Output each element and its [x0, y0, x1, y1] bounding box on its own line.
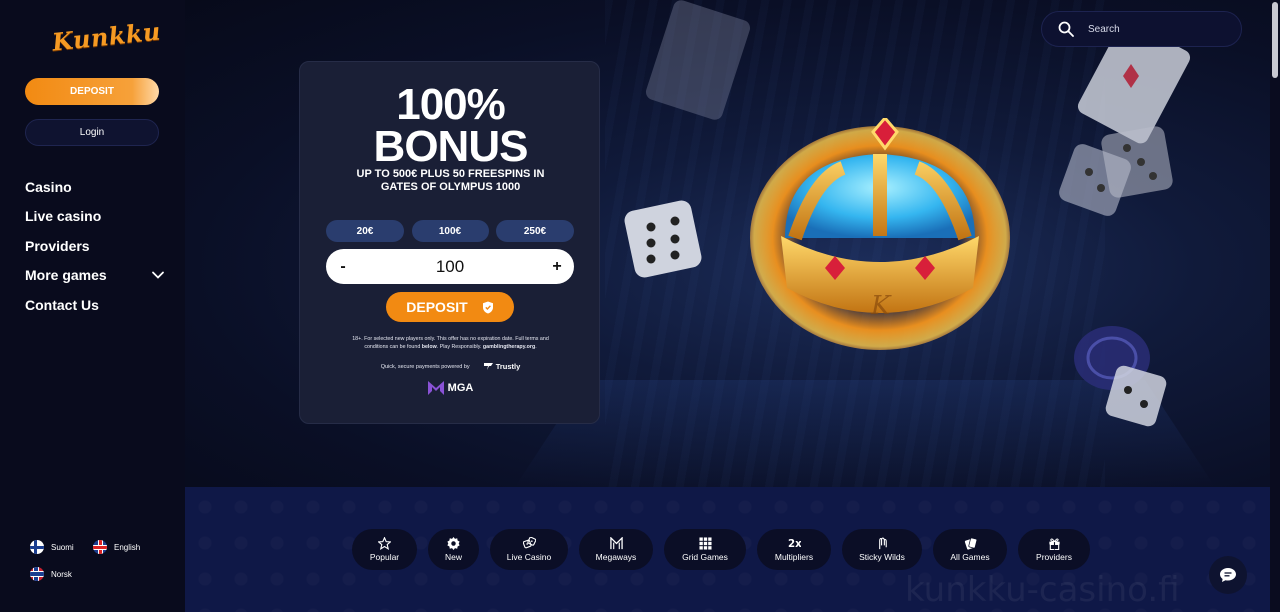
nav-item-live-casino[interactable]: Live casino [25, 202, 165, 232]
category-sticky-wilds[interactable]: Sticky Wilds [842, 529, 922, 570]
flag-uk-icon [93, 540, 107, 554]
playing-card-decoration [645, 0, 751, 120]
terms-link[interactable]: below [422, 344, 437, 350]
chat-icon [1220, 568, 1236, 582]
cards-icon [964, 537, 977, 550]
chat-button[interactable] [1209, 556, 1247, 594]
trustly-icon [483, 363, 493, 370]
flag-finland-icon [30, 540, 44, 554]
star-icon [378, 537, 391, 550]
search-bar[interactable] [1041, 11, 1242, 47]
category-bar: Popular New Live Casino Megaways Grid Ga… [352, 529, 1090, 570]
login-button[interactable]: Login [25, 119, 159, 146]
amount-option-20[interactable]: 20€ [326, 220, 404, 242]
sidebar-deposit-button[interactable]: DEPOSIT [25, 78, 159, 105]
watermark-text: kunkku-casino.fi [905, 570, 1180, 610]
svg-text:2x: 2x [788, 539, 801, 550]
language-suomi[interactable]: Suomi [30, 540, 74, 554]
chevron-down-icon[interactable] [151, 268, 165, 282]
brand-logo[interactable]: Kunkku [51, 16, 162, 56]
dice-icon [522, 537, 536, 549]
decrement-button[interactable]: - [336, 258, 350, 276]
gambling-therapy-link[interactable]: gamblingtherapy.org [483, 344, 535, 350]
amount-option-250[interactable]: 250€ [496, 220, 574, 242]
crown-illustration: K [750, 118, 1010, 350]
mga-icon [427, 381, 444, 395]
promo-deposit-button[interactable]: DEPOSIT [386, 292, 514, 322]
grid-icon [698, 537, 712, 550]
scrollbar-thumb[interactable] [1272, 2, 1278, 78]
dice-decoration [1059, 126, 1173, 216]
category-grid-games[interactable]: Grid Games [664, 529, 746, 570]
terms-text: 18+. For selected new players only. This… [352, 336, 549, 350]
amount-option-100[interactable]: 100€ [411, 220, 489, 242]
nav-item-more-games[interactable]: More games [25, 261, 165, 291]
search-icon [1058, 21, 1074, 37]
category-popular[interactable]: Popular [352, 529, 417, 570]
flag-norway-icon [30, 567, 44, 581]
multiplier-icon: 2x [788, 539, 801, 550]
bonus-promo-card: 100% BONUS UP TO 500€ PLUS 50 FREESPINS … [299, 61, 600, 424]
increment-button[interactable]: + [550, 258, 564, 276]
main-nav: Casino Live casino Providers More games … [25, 172, 165, 320]
page-scrollbar[interactable] [1270, 0, 1280, 612]
amount-options: 20€ 100€ 250€ [326, 220, 574, 242]
gift-icon [1048, 538, 1060, 550]
category-multipliers[interactable]: 2x Multipliers [757, 529, 831, 570]
amount-stepper: - 100 + [326, 249, 574, 284]
page: K 100% BONUS UP TO 500€ PLUS 50 FREESPIN… [0, 0, 1280, 612]
mga-license-logo: MGA [300, 381, 601, 395]
amount-value[interactable]: 100 [436, 257, 464, 277]
nav-item-contact-us[interactable]: Contact Us [25, 290, 165, 320]
language-english[interactable]: English [93, 540, 140, 554]
promo-subtitle: UP TO 500€ PLUS 50 FREESPINS IN GATES OF… [356, 168, 545, 193]
nav-item-casino[interactable]: Casino [25, 172, 165, 202]
wilds-icon [878, 537, 887, 550]
payments-info: Quick, secure payments powered by Trustl… [380, 362, 521, 371]
nav-item-providers[interactable]: Providers [25, 231, 165, 261]
category-all-games[interactable]: All Games [933, 529, 1007, 570]
promo-title: 100% BONUS [373, 80, 529, 171]
dice-decoration [624, 200, 702, 278]
poker-chip-decoration [1074, 326, 1167, 427]
trustly-logo: Trustly [483, 362, 520, 371]
svg-text:K: K [870, 291, 892, 321]
language-norsk[interactable]: Norsk [30, 567, 72, 581]
category-live-casino[interactable]: Live Casino [490, 529, 568, 570]
search-input[interactable] [1088, 23, 1208, 35]
category-megaways[interactable]: Megaways [579, 529, 653, 570]
category-new[interactable]: New [428, 529, 479, 570]
shield-icon [482, 301, 493, 313]
sidebar: Kunkku DEPOSIT Login Casino Live casino … [0, 0, 185, 612]
badge-icon [447, 537, 460, 550]
megaways-icon [609, 537, 623, 550]
category-providers[interactable]: Providers [1018, 529, 1090, 570]
